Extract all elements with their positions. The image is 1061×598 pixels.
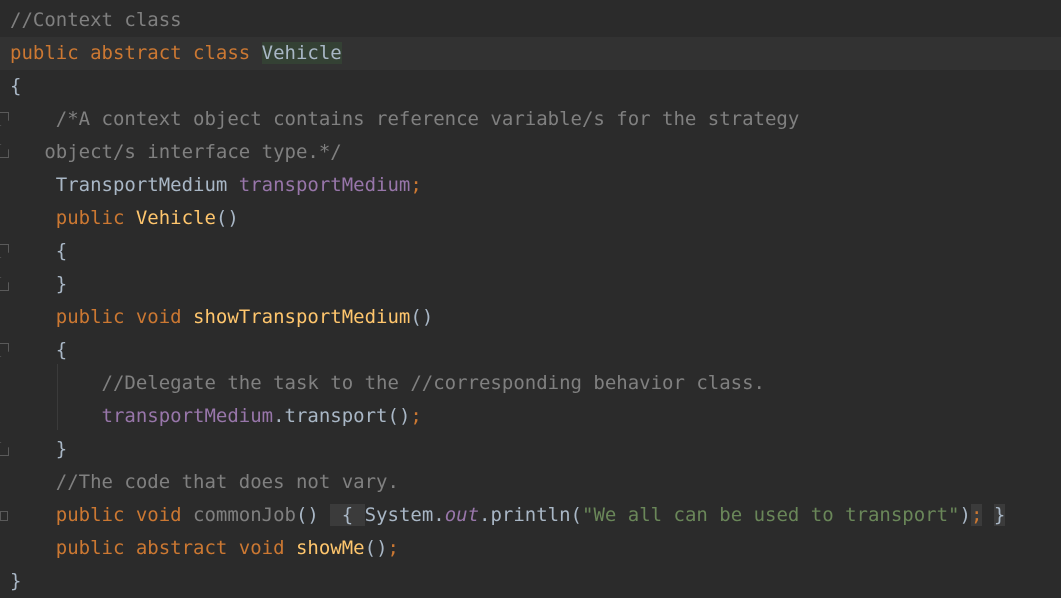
code-token: () [215,207,239,229]
code-line[interactable]: { [0,235,1061,268]
code-line-text: public abstract void showMe(); [10,532,399,565]
code-token: Vehicle [261,42,342,64]
code-token: { [10,75,22,97]
code-token: //The code that does not vary. [10,471,399,493]
code-line[interactable]: } [0,433,1061,466]
code-line-text: public void showTransportMedium() [10,301,434,334]
code-token: { [10,339,68,361]
code-line[interactable]: public abstract class Vehicle [0,37,1061,70]
fold-marker-icon[interactable] [0,511,8,521]
code-token: ; [387,537,399,559]
code-token: TransportMedium [10,174,239,196]
code-token: { [330,504,365,526]
code-line[interactable]: public abstract void showMe(); [0,532,1061,565]
code-token: } [10,570,22,592]
code-token: public [10,207,136,229]
code-token: { [10,240,68,262]
code-token: ) [959,504,971,526]
code-token: public abstract class [10,42,262,64]
code-line[interactable]: public void commonJob() { System.out.pri… [0,499,1061,532]
code-token: /*A context object contains reference va… [10,108,800,130]
code-token: "We all can be used to transport" [582,504,960,526]
code-line[interactable]: object/s interface type.*/ [0,136,1061,169]
code-token: () [295,504,331,526]
code-line[interactable]: //Context class [0,4,1061,37]
code-line-text: } [10,433,67,466]
code-line-text: } [10,268,67,301]
code-line-text: //Delegate the task to the //correspondi… [10,367,765,400]
code-line[interactable]: transportMedium.transport(); [0,400,1061,433]
code-token: object/s interface type.*/ [10,141,342,163]
code-line-text: /*A context object contains reference va… [10,103,800,136]
code-line-text: public void commonJob() { System.out.pri… [10,499,1006,532]
code-line-text: //The code that does not vary. [10,466,399,499]
code-token: showTransportMedium [193,306,411,328]
code-line[interactable]: { [0,70,1061,103]
code-token: () [364,537,388,559]
code-line-text: } [10,565,21,598]
code-token: ; [970,504,983,526]
code-line-text: //Context class [10,4,182,37]
code-token: .transport() [273,405,411,427]
code-token: ; [410,174,422,196]
code-token: ; [410,405,422,427]
code-token: public void [10,504,194,526]
code-token: public abstract void [10,537,296,559]
code-line-text: { [10,334,67,367]
code-token: } [10,438,68,460]
code-token: //Context class [10,9,182,31]
code-token: } [10,273,68,295]
code-editor[interactable]: //Context class public abstract class Veh… [0,0,1061,598]
code-line[interactable]: /*A context object contains reference va… [0,103,1061,136]
code-line[interactable]: //Delegate the task to the //correspondi… [0,367,1061,400]
code-line[interactable]: } [0,565,1061,598]
code-line[interactable]: { [0,334,1061,367]
code-token: transportMedium [101,405,274,427]
code-line-text: object/s interface type.*/ [10,136,342,169]
code-token: .println( [479,504,582,526]
code-line[interactable]: //The code that does not vary. [0,466,1061,499]
code-token: () [410,306,434,328]
code-token: Vehicle [135,207,216,229]
code-token: out [444,504,480,526]
code-line[interactable]: TransportMedium transportMedium; [0,169,1061,202]
code-token: transportMedium [238,174,411,196]
code-token: public void [10,306,194,328]
code-line-text: { [10,70,21,103]
code-line-text: { [10,235,67,268]
code-token: //Delegate the task to the //correspondi… [10,372,765,394]
code-line-text: public abstract class Vehicle [10,37,342,70]
code-line[interactable]: public void showTransportMedium() [0,301,1061,334]
code-line[interactable]: public Vehicle() [0,202,1061,235]
code-line-text: public Vehicle() [10,202,239,235]
code-line-text: transportMedium.transport(); [10,400,422,433]
code-token: commonJob [193,504,296,526]
code-token: } [993,504,1006,526]
code-token: showMe [295,537,365,559]
code-line-text: TransportMedium transportMedium; [10,169,422,202]
code-line[interactable]: } [0,268,1061,301]
code-token: System. [364,504,445,526]
